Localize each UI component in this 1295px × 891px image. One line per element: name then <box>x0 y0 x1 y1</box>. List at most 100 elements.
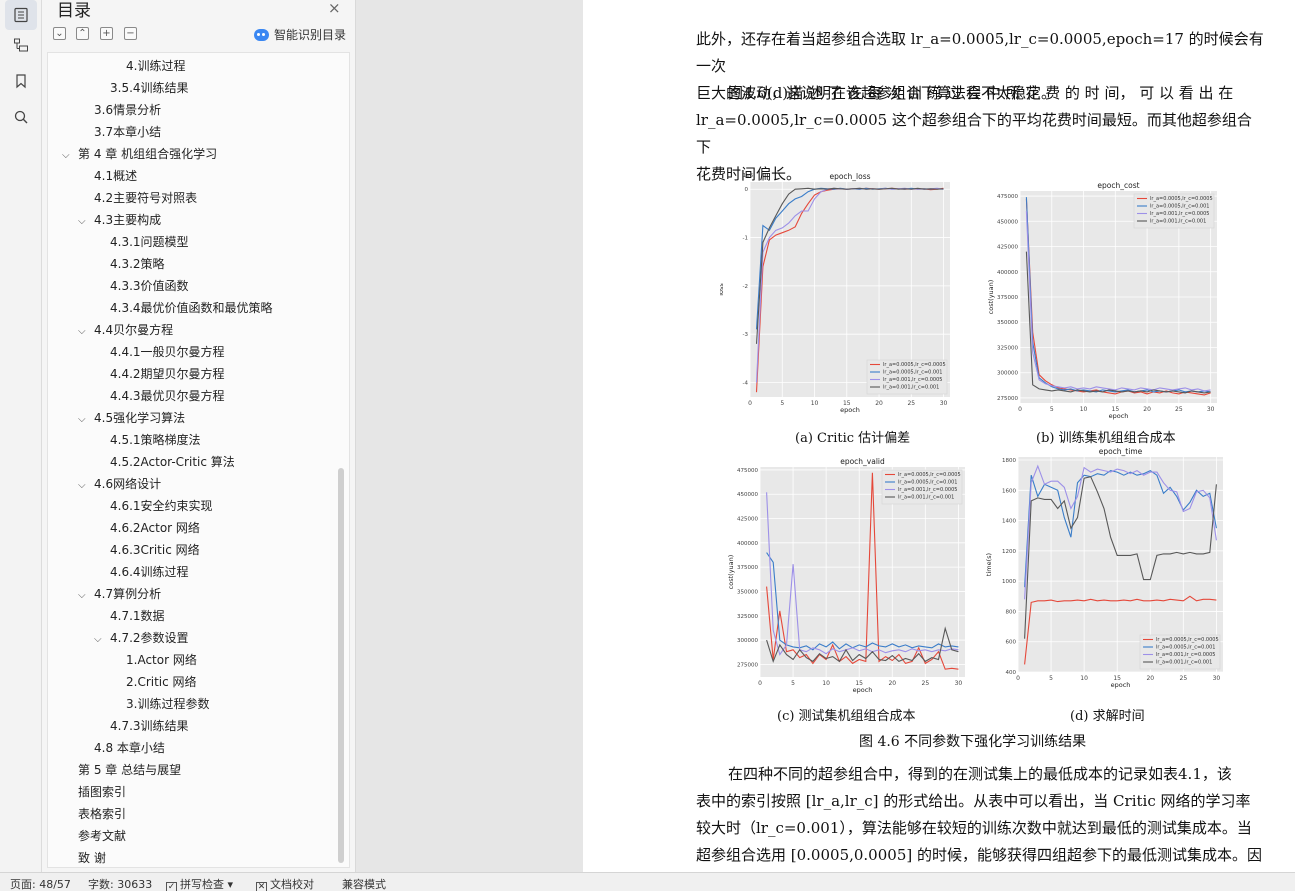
legend-label: lr_a=0.001,lr_c=0.0005 <box>1156 652 1215 658</box>
toc-item[interactable]: 4.6.3Critic 网络 <box>48 539 338 561</box>
toc-item[interactable]: 4.5.1策略梯度法 <box>48 429 338 451</box>
toc-item[interactable]: 4.4.3最优贝尔曼方程 <box>48 385 338 407</box>
toc-item[interactable]: ⌵ 4.4贝尔曼方程 <box>48 319 338 341</box>
toc-item[interactable]: 3.5.4训练结果 <box>48 77 338 99</box>
toc-item[interactable]: 4.3.3价值函数 <box>48 275 338 297</box>
toc-item[interactable]: ⌵ 4.7.2参数设置 <box>48 627 338 649</box>
ai-toc-button[interactable]: 智能识别目录 <box>254 26 346 43</box>
y-tick-label: 375000 <box>997 295 1018 301</box>
chevron-down-icon[interactable]: ⌵ <box>78 211 94 233</box>
toc-item[interactable]: 表格索引 <box>48 803 338 825</box>
toc-item[interactable]: 3.6情景分析 <box>48 99 338 121</box>
text-line: 此外，还存在着当超参组合选取 lr_a=0.0005,lr_c=0.0005,e… <box>696 30 1264 75</box>
toc-item[interactable]: 3.7本章小结 <box>48 121 338 143</box>
toc-icon[interactable] <box>5 0 37 30</box>
text-line: 超参组合选用 [0.0005,0.0005] 的时候，能够获得四组超参下的最低测… <box>696 846 1262 864</box>
chart-epoch-valid: 0 5 10 15 20 25 302750003000003250003500003750… <box>727 457 965 694</box>
toc-item[interactable]: 4.2主要符号对照表 <box>48 187 338 209</box>
chart-title: epoch_time <box>1099 447 1143 456</box>
toc-item[interactable]: 参考文献 <box>48 825 338 847</box>
toc-item[interactable]: 4.8 本章小结 <box>48 737 338 759</box>
chevron-down-icon[interactable]: ⌵ <box>62 145 78 167</box>
y-tick-label: 1200 <box>1002 549 1016 555</box>
collapse-all-button[interactable]: ⌃ <box>76 27 89 40</box>
toc-item[interactable]: 4.6.4训练过程 <box>48 561 338 583</box>
toc-tree: 4.训练过程 3.5.4训练结果 3.6情景分析 3.7本章小结 ⌵ 第 4 章 机组组合… <box>47 52 350 868</box>
navigation-tree-icon[interactable] <box>5 30 37 60</box>
y-axis-label: cost(yuan) <box>987 280 995 315</box>
x-tick-label: 0 <box>1016 675 1020 682</box>
toc-item[interactable]: 2.Critic 网络 <box>48 671 338 693</box>
add-heading-button[interactable]: + <box>100 27 113 40</box>
toc-item[interactable]: 4.3.1问题模型 <box>48 231 338 253</box>
x-axis-label: epoch <box>853 686 873 694</box>
caption-c: (c) 测试集机组组合成本 <box>777 709 916 724</box>
toc-item[interactable]: 4.3.2策略 <box>48 253 338 275</box>
spell-check-toggle[interactable]: ✓ 拼写检查 ▾ <box>166 876 233 891</box>
toc-item[interactable]: 4.7.1数据 <box>48 605 338 627</box>
toc-item[interactable]: 第 5 章 总结与展望 <box>48 759 338 781</box>
toc-item[interactable]: ⌵ 4.5强化学习算法 <box>48 407 338 429</box>
chevron-down-icon[interactable]: ⌵ <box>78 321 94 343</box>
toc-item[interactable]: 4.1概述 <box>48 165 338 187</box>
toc-item[interactable]: 致 谢 <box>48 847 338 867</box>
legend-label: lr_a=0.001,lr_c=0.0005 <box>883 377 942 383</box>
page-indicator[interactable]: 页面: 48/57 <box>10 876 71 891</box>
toc-item-label: 3.训练过程参数 <box>126 697 210 711</box>
toc-panel: 目录 × ⌄ ⌃ + − 智能识别目录 4.训练过程 3.5.4训练结果 3.6情景… <box>42 0 356 872</box>
toc-item-label: 4.6网络设计 <box>94 477 162 491</box>
proofread-button[interactable]: ✕ 文档校对 <box>256 876 314 891</box>
chevron-down-icon[interactable]: ⌵ <box>78 475 94 497</box>
toc-item[interactable]: 4.7.3训练结果 <box>48 715 338 737</box>
chevron-down-icon[interactable]: ⌵ <box>78 585 94 607</box>
y-tick-label: 800 <box>1006 609 1017 615</box>
toc-scrollbar[interactable] <box>338 468 344 863</box>
toc-item[interactable]: ⌵ 4.6网络设计 <box>48 473 338 495</box>
legend-label: lr_a=0.001,lr_c=0.001 <box>1150 219 1206 225</box>
toc-item[interactable]: 4.6.1安全约束实现 <box>48 495 338 517</box>
close-icon[interactable]: × <box>328 0 341 17</box>
y-tick-label: 1800 <box>1002 458 1016 464</box>
expand-all-button[interactable]: ⌄ <box>53 27 66 40</box>
remove-heading-button[interactable]: − <box>124 27 137 40</box>
left-icon-strip <box>0 0 42 872</box>
proofread-icon: ✕ <box>256 882 267 891</box>
x-tick-label: 30 <box>940 400 948 407</box>
toc-item[interactable]: ⌵ 4.7算例分析 <box>48 583 338 605</box>
bookmark-icon[interactable] <box>5 66 37 96</box>
toc-item[interactable]: 4.3.4最优价值函数和最优策略 <box>48 297 338 319</box>
y-axis-label: loss <box>720 283 725 296</box>
toc-item[interactable]: ⌵ 4.3主要构成 <box>48 209 338 231</box>
toc-item-label: 4.6.2Actor 网络 <box>110 521 200 535</box>
toc-item[interactable]: 4.4.2期望贝尔曼方程 <box>48 363 338 385</box>
status-bar: 页面: 48/57 字数: 30633 ✓ 拼写检查 ▾ ✕ 文档校对 兼容模式 <box>0 872 1295 891</box>
text-line: 表中的索引按照 [lr_a,lr_c] 的形式给出。从表中可以看出，当 Crit… <box>696 792 1251 810</box>
text-line: lr_a=0.0005,lr_c=0.0005 这个超参组合下的平均花费时间最短… <box>696 111 1252 156</box>
legend-label: lr_a=0.001,lr_c=0.001 <box>1156 660 1212 666</box>
chevron-down-icon[interactable]: ⌵ <box>94 629 110 651</box>
y-tick-label: 425000 <box>737 517 758 523</box>
toc-item-label: 致 谢 <box>78 851 106 865</box>
toc-item[interactable]: 1.Actor 网络 <box>48 649 338 671</box>
toc-item-label: 表格索引 <box>78 807 127 821</box>
toc-item[interactable]: 4.5.2Actor-Critic 算法 <box>48 451 338 473</box>
x-tick-label: 10 <box>822 680 830 687</box>
legend-label: lr_a=0.0005,lr_c=0.0005 <box>898 472 961 478</box>
y-tick-label: 300000 <box>737 638 758 644</box>
toc-item[interactable]: 4.6.2Actor 网络 <box>48 517 338 539</box>
toc-item[interactable]: 3.训练过程参数 <box>48 693 338 715</box>
toc-item[interactable]: 4.训练过程 <box>48 55 338 77</box>
toc-item-label: 1.Actor 网络 <box>126 653 197 667</box>
word-count[interactable]: 字数: 30633 <box>88 876 152 891</box>
toc-item[interactable]: 插图索引 <box>48 781 338 803</box>
toc-item-label: 4.6.4训练过程 <box>110 565 189 579</box>
text-line: 较大时（lr_c=0.001），算法能够在较短的训练次数中就达到最低的测试集成本… <box>696 819 1252 837</box>
checkbox-icon: ✓ <box>166 882 177 891</box>
toc-item-label: 4.7.3训练结果 <box>110 719 189 733</box>
toc-item[interactable]: ⌵ 第 4 章 机组组合强化学习 <box>48 143 338 165</box>
search-icon[interactable] <box>5 102 37 132</box>
y-tick-label: 400 <box>1006 670 1017 676</box>
toc-item-label: 4.4贝尔曼方程 <box>94 323 174 337</box>
chevron-down-icon[interactable]: ⌵ <box>78 409 94 431</box>
toc-item[interactable]: 4.4.1一般贝尔曼方程 <box>48 341 338 363</box>
